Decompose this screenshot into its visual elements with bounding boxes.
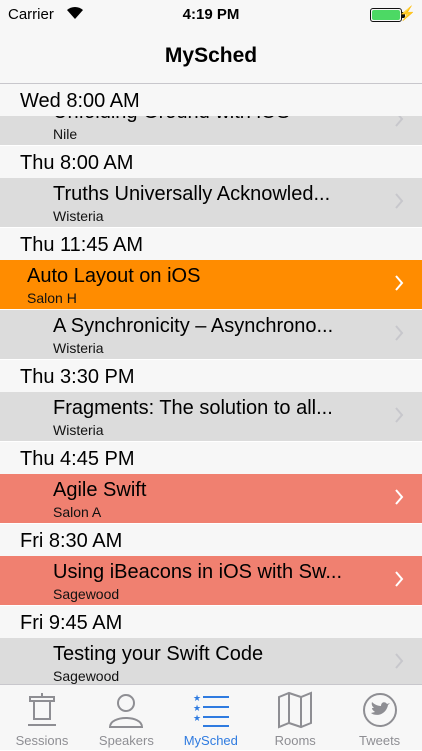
session-row[interactable]: Using iBeacons in iOS with Sw... Sagewood [0,556,422,606]
section-header: Thu 4:45 PM [0,442,422,474]
session-room: Wisteria [53,422,104,438]
twitter-bird-icon [362,693,397,727]
tab-speakers[interactable]: Speakers [84,685,168,751]
session-title: Truths Universally Acknowled... [53,183,331,205]
session-row[interactable]: A Synchronicity – Asynchrono... Wisteria [0,310,422,360]
chevron-right-icon [395,571,404,587]
chevron-right-icon [395,489,404,505]
session-row[interactable]: Fragments: The solution to all... Wisteri… [0,392,422,442]
status-time: 4:19 PM [182,6,240,23]
section-header-label: Fri 9:45 AM [20,612,123,634]
section-header-label: Fri 8:30 AM [20,530,123,552]
section-header-label: Thu 8:00 AM [20,152,134,174]
tab-label: Sessions [15,733,69,748]
schedule-list[interactable]: Wed 8:00 AMUnfolding Ground with iOSNile… [0,84,422,684]
session-title: Agile Swift [53,479,147,501]
session-row[interactable]: Auto Layout on iOS Salon H [0,260,422,310]
session-room: Sagewood [53,586,120,602]
session-room: Wisteria [53,208,104,224]
svg-text:★: ★ [193,693,201,703]
tab-label: Tweets [359,733,401,748]
session-room: Nile [53,126,78,142]
tab-tweets[interactable]: Tweets [338,685,422,751]
svg-text:★: ★ [193,703,201,713]
session-title: Fragments: The solution to all... [53,397,333,419]
session-room: Salon H [27,290,77,306]
tab-label: Rooms [274,733,316,748]
navigation-bar: MySched [0,30,422,84]
charging-bolt-icon: ⚡ [398,5,416,21]
session-room: Sagewood [53,668,120,684]
section-header-label: Thu 3:30 PM [20,366,135,388]
section-header: Wed 8:00 AM [0,84,422,116]
chevron-right-icon [395,653,404,669]
session-room: Salon A [53,504,102,520]
page-title: MySched [164,44,258,67]
tab-bar: Sessions Speakers ★ ★ ★ MySched Rooms Tweets [0,684,422,750]
section-header: Fri 9:45 AM [0,606,422,638]
tab-sessions[interactable]: Sessions [0,685,84,751]
session-room: Wisteria [53,340,104,356]
person-icon [109,694,144,728]
section-header: Fri 8:30 AM [0,524,422,556]
chevron-right-icon [395,193,404,209]
section-header-label: Wed 8:00 AM [20,90,140,112]
chevron-right-icon [395,407,404,423]
podium-icon [28,693,56,726]
session-row[interactable]: Truths Universally Acknowled... Wisteria [0,178,422,228]
session-title: Testing your Swift Code [53,643,264,665]
section-header-label: Thu 11:45 AM [20,234,144,256]
status-bar: Carrier 4:19 PM ⚡ [0,0,422,30]
tab-rooms[interactable]: Rooms [253,685,337,751]
session-title: Auto Layout on iOS [27,265,201,287]
chevron-right-icon [395,275,404,291]
star-list-icon: ★★★ [193,693,229,727]
session-row[interactable]: Testing your Swift Code Sagewood [0,638,422,684]
session-title: Using iBeacons in iOS with Sw... [53,561,343,583]
section-header: Thu 3:30 PM [0,360,422,392]
section-header-label: Thu 4:45 PM [20,448,135,470]
section-header: Thu 11:45 AM [0,228,422,260]
svg-text:★: ★ [193,713,201,723]
session-row[interactable]: Agile Swift Salon A [0,474,422,524]
chevron-right-icon [395,325,404,341]
session-title: A Synchronicity – Asynchrono... [53,315,334,337]
battery-icon [370,8,402,22]
tab-mysched[interactable]: ★ ★ ★ MySched [169,685,253,751]
section-header: Thu 8:00 AM [0,146,422,178]
map-icon [278,691,313,729]
tab-label: MySched [183,733,238,748]
tab-label: Speakers [98,733,154,748]
